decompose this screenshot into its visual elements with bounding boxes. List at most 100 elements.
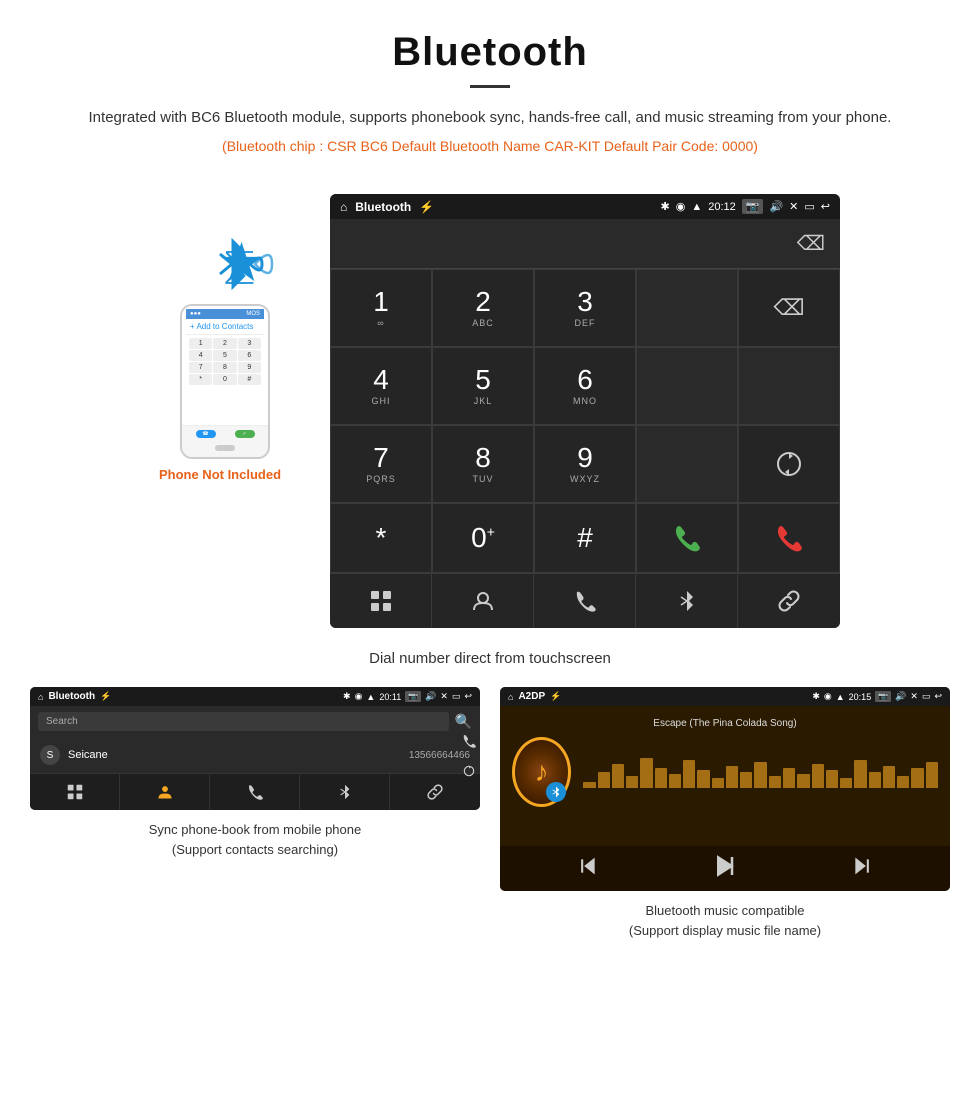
link-nav-button[interactable] [738, 574, 840, 628]
pb-loc-icon: ◉ [355, 691, 363, 702]
eq-bar [626, 776, 638, 788]
empty-cell-4 [636, 425, 738, 503]
eq-bar [812, 764, 824, 788]
eq-bar [712, 778, 724, 788]
music-back-icon: ↩ [934, 691, 942, 702]
call-icon [671, 522, 703, 554]
dial-caption: Dial number direct from touchscreen [0, 638, 980, 687]
phone-home-button [215, 445, 235, 451]
phone-screen: ●●●MOS + Add to Contacts 123 456 789 *0# [182, 306, 268, 426]
eq-bar [911, 768, 923, 788]
pb-user-button[interactable] [120, 774, 210, 810]
album-artwork: ♪ [512, 737, 571, 807]
eq-bar [869, 772, 881, 788]
pb-phone-nav-button[interactable] [210, 774, 300, 810]
dial-key-star[interactable]: * [330, 503, 432, 573]
bluetooth-waves-icon: ★ ⅀ [190, 224, 280, 304]
contact-entry: S Seicane 13566664466 [30, 737, 480, 774]
dial-key-6[interactable]: 6 MNO [534, 347, 636, 425]
eq-bar [840, 778, 852, 788]
backspace-button[interactable]: ⌫ [797, 231, 825, 256]
page-specs: (Bluetooth chip : CSR BC6 Default Blueto… [60, 138, 920, 154]
eq-bar [669, 774, 681, 788]
pb-phone-icon[interactable] [462, 727, 476, 755]
end-call-icon [773, 522, 805, 554]
music-note-icon: ♪ [535, 756, 549, 788]
phonebook-panel: ⌂ Bluetooth ⚡ ✱ ◉ ▲ 20:11 📷 🔊 ✕ ▭ ↩ [30, 687, 480, 940]
contact-name[interactable]: Seicane [68, 749, 409, 761]
phone-bottom-buttons: ☎ ✓ [182, 426, 268, 442]
music-win-icon: ▭ [922, 691, 931, 702]
music-home-icon: ⌂ [508, 692, 513, 702]
music-time: 20:15 [849, 692, 872, 702]
eq-bar [583, 782, 595, 788]
close-icon: ✕ [789, 200, 798, 213]
dial-key-5[interactable]: 5 JKL [432, 347, 534, 425]
empty-cell-2 [636, 347, 738, 425]
pb-app-name: Bluetooth [48, 691, 95, 702]
eq-bar [826, 770, 838, 788]
next-track-button[interactable] [852, 856, 872, 881]
dialpad-screen: ⌂ Bluetooth ⚡ ✱ ◉ ▲ 20:12 📷 🔊 ✕ ▭ ↩ ⌫ [330, 194, 840, 628]
bluetooth-icon-container: ★ ⅀ [160, 224, 280, 304]
phone-mockup: ●●●MOS + Add to Contacts 123 456 789 *0#… [180, 304, 270, 459]
dial-key-8[interactable]: 8 TUV [432, 425, 534, 503]
dialpad-statusbar: ⌂ Bluetooth ⚡ ✱ ◉ ▲ 20:12 📷 🔊 ✕ ▭ ↩ [330, 194, 840, 219]
eq-bar [926, 762, 938, 788]
statusbar-right: ✱ ◉ ▲ 20:12 📷 🔊 ✕ ▭ ↩ [661, 199, 831, 214]
grid-icon [370, 590, 392, 612]
home-icon: ⌂ [340, 200, 347, 214]
dialpad-grid: 1 ∞ 2 ABC 3 DEF ⌫ 4 GHI 5 JKL [330, 269, 840, 573]
music-vol-icon: 🔊 [895, 691, 906, 702]
dial-key-9[interactable]: 9 WXYZ [534, 425, 636, 503]
music-panel: ⌂ A2DP ⚡ ✱ ◉ ▲ 20:15 📷 🔊 ✕ ▭ ↩ E [500, 687, 950, 940]
pb-refresh-icon[interactable] [462, 757, 476, 785]
pb-bt-nav-button[interactable] [300, 774, 390, 810]
dialpad-display: ⌫ [330, 219, 840, 269]
grid-nav-button[interactable] [330, 574, 432, 628]
phonebook-search-area: Search 🔍 [30, 706, 480, 737]
link-icon [778, 590, 800, 612]
pb-win-icon: ▭ [452, 691, 461, 702]
phone-keypad: 123 456 789 *0# [186, 335, 264, 388]
eq-bar [726, 766, 738, 788]
phone-illustration: ★ ⅀ ●●●MOS + Add to Contacts 123 456 789… [140, 194, 300, 482]
app-name-label: Bluetooth [355, 200, 411, 214]
search-input[interactable]: Search [38, 712, 449, 731]
contacts-nav-button[interactable] [432, 574, 534, 628]
eq-bar [797, 774, 809, 788]
eq-bar [697, 770, 709, 788]
contact-number: 13566664466 [409, 750, 470, 761]
dialpad-bottom-nav [330, 573, 840, 628]
bt-icon [676, 590, 698, 612]
pb-bt-icon: ✱ [343, 691, 351, 702]
prev-track-button[interactable] [578, 856, 598, 881]
music-close-icon: ✕ [910, 691, 918, 702]
eq-bar [783, 768, 795, 788]
window-icon: ▭ [804, 200, 814, 213]
music-controls [500, 846, 950, 891]
dial-key-3[interactable]: 3 DEF [534, 269, 636, 347]
redial-cell[interactable] [738, 425, 840, 503]
bluetooth-nav-button[interactable] [636, 574, 738, 628]
song-title: Escape (The Pina Colada Song) [653, 718, 796, 729]
dial-key-0[interactable]: 0+ [432, 503, 534, 573]
music-caption: Bluetooth music compatible (Support disp… [629, 901, 821, 940]
dial-key-7[interactable]: 7 PQRS [330, 425, 432, 503]
bluetooth-status-icon: ✱ [661, 200, 670, 213]
backspace-cell[interactable]: ⌫ [738, 269, 840, 347]
pb-grid-button[interactable] [30, 774, 120, 810]
dial-key-hash[interactable]: # [534, 503, 636, 573]
dial-key-1[interactable]: 1 ∞ [330, 269, 432, 347]
end-call-button[interactable] [738, 503, 840, 573]
pb-usb-icon: ⚡ [100, 691, 111, 702]
phone-nav-button[interactable] [534, 574, 636, 628]
dial-key-2[interactable]: 2 ABC [432, 269, 534, 347]
phone-icon [574, 590, 596, 612]
main-section: ★ ⅀ ●●●MOS + Add to Contacts 123 456 789… [0, 164, 980, 638]
call-button[interactable] [636, 503, 738, 573]
phonebook-caption: Sync phone-book from mobile phone (Suppo… [149, 820, 361, 859]
music-loc-icon: ◉ [824, 691, 832, 702]
dial-key-4[interactable]: 4 GHI [330, 347, 432, 425]
play-pause-button[interactable] [713, 854, 737, 883]
